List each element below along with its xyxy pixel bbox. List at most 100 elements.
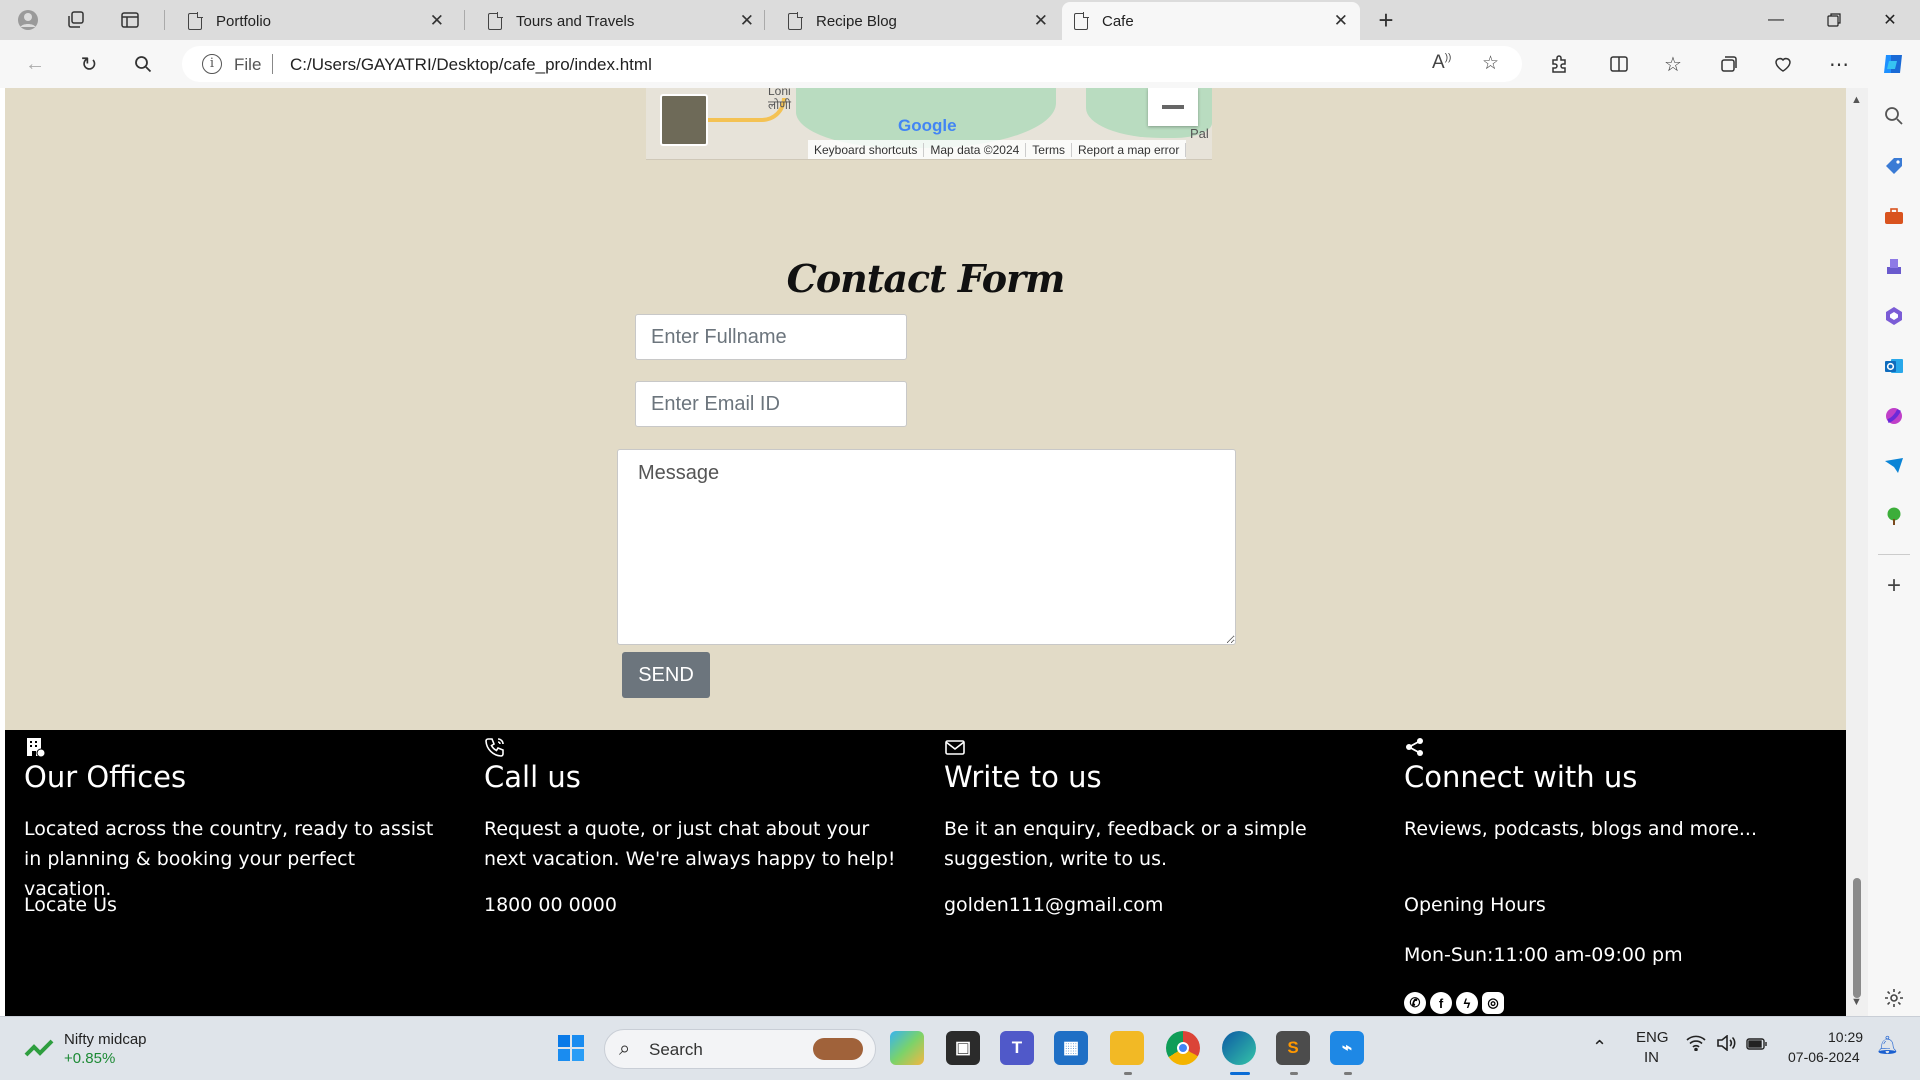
refresh-icon[interactable]: ↻ bbox=[72, 48, 106, 80]
report-map-error-link[interactable]: Report a map error bbox=[1072, 143, 1187, 157]
footer-description: Located across the country, ready to ass… bbox=[24, 818, 434, 900]
restore-icon[interactable] bbox=[1806, 0, 1862, 40]
profile-icon[interactable] bbox=[12, 6, 44, 34]
workspaces-icon[interactable] bbox=[60, 6, 92, 34]
close-icon[interactable]: ✕ bbox=[1334, 11, 1348, 31]
extensions-icon[interactable] bbox=[1542, 48, 1576, 80]
sidebar-settings-icon[interactable] bbox=[1882, 986, 1906, 1010]
scroll-thumb[interactable] bbox=[1853, 878, 1861, 998]
tab-title: Portfolio bbox=[216, 12, 272, 30]
microsoft-365-icon[interactable] bbox=[1882, 304, 1906, 328]
search-icon: ⌕ bbox=[619, 1038, 631, 1060]
tab-actions-icon[interactable] bbox=[114, 6, 146, 34]
task-view-icon[interactable]: ▣ bbox=[946, 1031, 980, 1065]
page-scrollbar[interactable]: ▲ ▼ bbox=[1846, 88, 1868, 1016]
scroll-down-icon[interactable]: ▼ bbox=[1851, 996, 1862, 1008]
facebook-icon[interactable]: f bbox=[1430, 992, 1452, 1014]
running-indicator bbox=[1290, 1072, 1298, 1075]
new-tab-icon[interactable]: + bbox=[1370, 5, 1402, 35]
windows-start-icon[interactable] bbox=[554, 1031, 588, 1065]
microsoft-store-icon[interactable]: ▦ bbox=[1054, 1031, 1088, 1065]
phone-number-link[interactable]: 1800 00 0000 bbox=[484, 894, 617, 916]
close-window-icon[interactable]: ✕ bbox=[1862, 0, 1918, 40]
running-indicator bbox=[1124, 1072, 1132, 1075]
sidebar-search-icon[interactable] bbox=[1882, 104, 1906, 128]
input-language[interactable]: ENG bbox=[1636, 1029, 1669, 1046]
opening-hours-link[interactable]: Opening Hours bbox=[1404, 894, 1546, 916]
vscode-icon[interactable]: ⌁ bbox=[1330, 1031, 1364, 1065]
send-button[interactable]: SEND bbox=[622, 652, 710, 698]
map-place-label: Pal bbox=[1190, 126, 1209, 141]
settings-and-more-icon[interactable]: ⋯ bbox=[1822, 48, 1856, 80]
address-bar[interactable]: i File C:/Users/GAYATRI/Desktop/cafe_pro… bbox=[182, 46, 1522, 82]
browser-essentials-icon[interactable] bbox=[1766, 48, 1800, 80]
read-aloud-icon[interactable]: A)) bbox=[1432, 52, 1451, 74]
tab-separator bbox=[164, 10, 165, 30]
locate-us-link[interactable]: Locate Us bbox=[24, 894, 117, 916]
file-explorer-icon[interactable] bbox=[1110, 1031, 1144, 1065]
footer-description: Reviews, podcasts, blogs and more... bbox=[1404, 818, 1758, 840]
clock-time[interactable]: 10:29 bbox=[1828, 1029, 1863, 1045]
fullname-input[interactable] bbox=[635, 314, 907, 360]
email-input[interactable] bbox=[635, 381, 907, 427]
battery-icon[interactable] bbox=[1746, 1037, 1768, 1054]
add-sidebar-app-icon[interactable]: + bbox=[1882, 572, 1906, 599]
minimize-icon[interactable]: — bbox=[1748, 0, 1804, 40]
footer-heading: Our Offices bbox=[24, 760, 187, 794]
page-icon bbox=[488, 11, 503, 30]
favorite-star-icon[interactable]: ☆ bbox=[1482, 52, 1499, 75]
search-highlight-icon bbox=[813, 1038, 863, 1060]
games-icon[interactable] bbox=[1882, 254, 1906, 278]
tab-portfolio[interactable]: Portfolio ✕ bbox=[176, 2, 456, 40]
whatsapp-icon[interactable]: ✆ bbox=[1404, 992, 1426, 1014]
outlook-icon[interactable] bbox=[1882, 354, 1906, 378]
map-attribution: Keyboard shortcuts Map data ©2024 Terms … bbox=[808, 140, 1187, 159]
taskbar-search[interactable]: ⌕ Search bbox=[604, 1029, 876, 1069]
footer-description: Request a quote, or just chat about your… bbox=[484, 818, 896, 870]
url-text[interactable]: C:/Users/GAYATRI/Desktop/cafe_pro/index.… bbox=[290, 55, 652, 75]
tree-icon[interactable] bbox=[1882, 504, 1906, 528]
zoom-out-button[interactable] bbox=[1148, 88, 1198, 126]
chrome-icon[interactable] bbox=[1166, 1031, 1200, 1065]
tools-briefcase-icon[interactable] bbox=[1882, 204, 1906, 228]
copilot-taskbar-icon[interactable] bbox=[890, 1031, 924, 1065]
scheme-label: File bbox=[234, 55, 262, 74]
input-region: IN bbox=[1644, 1049, 1659, 1066]
copilot-icon[interactable] bbox=[1876, 48, 1910, 80]
split-screen-icon[interactable] bbox=[1602, 48, 1636, 80]
edge-icon[interactable] bbox=[1222, 1031, 1256, 1065]
tab-cafe[interactable]: Cafe ✕ bbox=[1062, 2, 1360, 40]
notification-bell-icon[interactable]: 🔔︎ bbox=[1876, 1035, 1899, 1056]
wifi-icon[interactable] bbox=[1686, 1035, 1706, 1056]
back-icon[interactable]: ← bbox=[18, 48, 52, 80]
tab-tours-and-travels[interactable]: Tours and Travels ✕ bbox=[476, 2, 766, 40]
message-textarea[interactable] bbox=[617, 449, 1236, 645]
tab-recipe-blog[interactable]: Recipe Blog ✕ bbox=[776, 2, 1060, 40]
browser-tab-strip: Portfolio ✕ Tours and Travels ✕ Recipe B… bbox=[0, 0, 1920, 40]
keyboard-shortcuts-link[interactable]: Keyboard shortcuts bbox=[808, 143, 925, 157]
close-icon[interactable]: ✕ bbox=[1034, 11, 1048, 31]
favorites-icon[interactable]: ☆ bbox=[1656, 48, 1690, 80]
google-map[interactable]: Loni लोणी Pal Google Keyboard shortcuts … bbox=[646, 88, 1212, 160]
email-link[interactable]: golden111@gmail.com bbox=[944, 894, 1163, 916]
send-feedback-icon[interactable] bbox=[1882, 454, 1906, 478]
volume-icon[interactable] bbox=[1716, 1034, 1736, 1055]
instagram-icon[interactable]: ◎ bbox=[1482, 992, 1504, 1014]
sidebar-divider bbox=[1878, 554, 1910, 555]
messenger-icon[interactable]: ϟ bbox=[1456, 992, 1478, 1014]
browser-toolbar: ← ↻ i File C:/Users/GAYATRI/Desktop/cafe… bbox=[0, 40, 1920, 88]
shopping-tag-icon[interactable] bbox=[1882, 154, 1906, 178]
designer-icon[interactable] bbox=[1882, 404, 1906, 428]
terms-link[interactable]: Terms bbox=[1026, 143, 1072, 157]
satellite-toggle[interactable] bbox=[660, 94, 708, 146]
sublime-text-icon[interactable]: S bbox=[1276, 1031, 1310, 1065]
close-icon[interactable]: ✕ bbox=[740, 11, 754, 31]
teams-icon[interactable]: T bbox=[1000, 1031, 1034, 1065]
show-hidden-icons-icon[interactable]: ⌃ bbox=[1592, 1037, 1607, 1058]
search-icon[interactable] bbox=[126, 48, 160, 80]
close-icon[interactable]: ✕ bbox=[430, 11, 444, 31]
site-info-icon[interactable]: i bbox=[202, 54, 222, 74]
collections-icon[interactable] bbox=[1712, 48, 1746, 80]
scroll-up-icon[interactable]: ▲ bbox=[1851, 94, 1862, 106]
running-indicator bbox=[1344, 1072, 1352, 1075]
